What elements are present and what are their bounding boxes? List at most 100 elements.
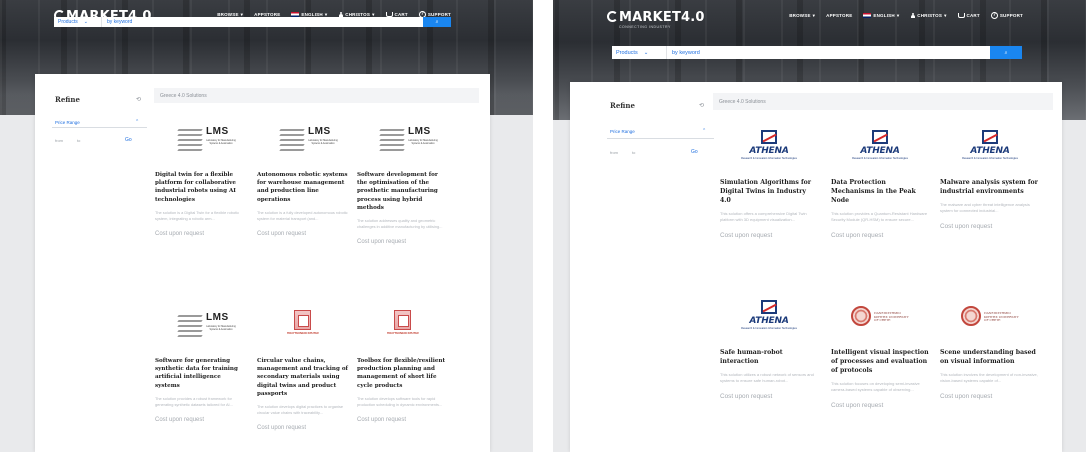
lms-logo-icon: LMS Laboratory for Manufacturing Systems… (162, 309, 240, 343)
chevron-up-icon[interactable]: ⌃ (135, 119, 139, 125)
chevron-down-icon: ⌄ (83, 19, 88, 25)
product-title[interactable]: Safe human-robot interaction (720, 348, 818, 366)
product-card[interactable]: ΠΑΝΕΠΙΣΤΗΜΙΟ ΚΡΗΤΗΣ UNIVERSITY OF CRETE … (940, 300, 1040, 400)
product-card[interactable]: ATHENA Research & Innovation Information… (831, 130, 929, 239)
breadcrumb: Greece 4.0 Solutions (154, 88, 479, 103)
price-to-input[interactable]: to (632, 150, 635, 155)
product-cost: Cost upon request (940, 393, 993, 401)
price-go-button[interactable]: Go (691, 149, 698, 155)
chevron-up-icon[interactable]: ⌃ (702, 128, 706, 134)
price-go-button[interactable]: Go (125, 137, 132, 143)
university-seal-icon: ΠΑΝΕΠΙΣΤΗΜΙΟ ΚΡΗΤΗΣ UNIVERSITY OF CRETE (845, 300, 915, 334)
product-cost: Cost upon request (155, 417, 205, 424)
product-logo: ΠΟΛΥΤΕΧΝΕΙΟ ΚΡΗΤΗΣ (257, 309, 349, 343)
chevron-down-icon: ▾ (944, 12, 947, 18)
athena-logo-icon: ATHENA Research & Innovation Information… (960, 130, 1020, 164)
refine-title: Refine (55, 95, 80, 104)
product-logo: LMS Laboratory for Manufacturing Systems… (357, 123, 449, 157)
top-nav: BROWSE ▾ APPSTORE ENGLISH ▾ CHRISTOS ▾ CART… (789, 12, 1023, 19)
lms-logo-icon: LMS Laboratory for Manufacturing Systems… (162, 123, 240, 157)
divider (607, 138, 714, 139)
nav-user[interactable]: CHRISTOS ▾ (910, 12, 947, 19)
product-card[interactable]: ΠΟΛΥΤΕΧΝΕΙΟ ΚΡΗΤΗΣ Circular value chains… (257, 309, 349, 431)
product-card[interactable]: LMS Laboratory for Manufacturing Systems… (357, 123, 449, 245)
nav-appstore[interactable]: APPSTORE (826, 13, 852, 18)
product-title[interactable]: Malware analysis system for industrial e… (940, 178, 1040, 196)
product-card[interactable]: ATHENA Research & Innovation Information… (940, 130, 1040, 230)
product-card[interactable]: ATHENA Research & Innovation Information… (720, 130, 818, 239)
nav-language[interactable]: ENGLISH ▾ (863, 13, 899, 19)
product-description: This solution focuses on developing semi… (831, 381, 920, 393)
product-logo: ΠΑΝΕΠΙΣΤΗΜΙΟ ΚΡΗΤΗΣ UNIVERSITY OF CRETE (940, 300, 1040, 334)
product-cost: Cost upon request (831, 232, 884, 240)
product-logo: ΠΑΝΕΠΙΣΤΗΜΙΟ ΚΡΗΤΗΣ UNIVERSITY OF CRETE (831, 300, 929, 334)
logo-ring-icon (607, 11, 618, 22)
product-cost: Cost upon request (357, 417, 407, 424)
user-icon (910, 12, 915, 19)
price-from-input[interactable]: from (610, 150, 618, 155)
divider (52, 127, 147, 128)
product-title[interactable]: Software development for the optimisatio… (357, 171, 449, 212)
price-range-label[interactable]: Price Range (610, 129, 635, 134)
search-input[interactable]: by keyword (102, 19, 423, 25)
search-input[interactable]: by keyword (667, 50, 990, 56)
refine-title: Refine (610, 101, 635, 110)
product-cost: Cost upon request (357, 239, 407, 246)
product-title[interactable]: Digital twin for a flexible platform for… (155, 171, 247, 204)
product-title[interactable]: Software for generating synthetic data f… (155, 357, 247, 390)
product-title[interactable]: Intelligent visual inspection of process… (831, 348, 929, 375)
product-card[interactable]: ΠΑΝΕΠΙΣΤΗΜΙΟ ΚΡΗΤΗΣ UNIVERSITY OF CRETE … (831, 300, 929, 409)
product-description: This solution involves the development o… (940, 372, 1038, 384)
product-description: The solution provides a robust framework… (155, 395, 233, 408)
product-logo: LMS Laboratory for Manufacturing Systems… (155, 309, 247, 343)
lms-logo-icon: LMS Laboratory for Manufacturing Systems… (364, 123, 442, 157)
product-card[interactable]: ATHENA Research & Innovation Information… (720, 300, 818, 400)
search-button[interactable]: ⌕ (423, 17, 451, 27)
product-logo: ΠΟΛΥΤΕΧΝΕΙΟ ΚΡΗΤΗΣ (357, 309, 449, 343)
refine-reset-icon[interactable]: ⟲ (699, 102, 704, 109)
product-logo: ATHENA Research & Innovation Information… (831, 130, 929, 164)
product-cost: Cost upon request (155, 231, 205, 238)
product-card[interactable]: LMS Laboratory for Manufacturing Systems… (155, 309, 247, 423)
product-cost: Cost upon request (940, 223, 993, 231)
product-card[interactable]: ΠΟΛΥΤΕΧΝΕΙΟ ΚΡΗΤΗΣ Toolbox for flexible/… (357, 309, 449, 423)
product-title[interactable]: Autonomous robotic systems for warehouse… (257, 171, 349, 204)
screenshot-left: MARKET4.0 CONNECTING INDUSTRY BROWSE▾ AP… (0, 0, 533, 452)
price-range-inputs: from to (55, 138, 80, 143)
refine-reset-icon[interactable]: ⟲ (136, 96, 141, 103)
product-cost: Cost upon request (720, 232, 773, 240)
nav-cart[interactable]: CART (957, 13, 980, 18)
product-description: This solution provides a Quantum-Resista… (831, 211, 928, 223)
chevron-down-icon: ⌄ (643, 49, 649, 56)
product-description: The solution addresses quality and geome… (357, 218, 443, 230)
search-icon: ⌕ (435, 19, 439, 25)
results-card: Refine ⟲ Price Range ⌃ from to Go Greece… (570, 82, 1062, 452)
site-logo[interactable]: MARKET4.0 (607, 10, 705, 25)
price-range-inputs: from to (610, 150, 635, 155)
product-logo: ATHENA Research & Innovation Information… (720, 130, 818, 164)
product-cost: Cost upon request (257, 425, 307, 432)
category-select[interactable]: Products ⌄ (612, 46, 667, 59)
product-description: This solution utilizes a robust network … (720, 372, 814, 384)
product-logo: LMS Laboratory for Manufacturing Systems… (155, 123, 247, 157)
product-title[interactable]: Data Protection Mechanisms in the Peak N… (831, 178, 929, 205)
search-button[interactable]: ⌕ (990, 46, 1022, 59)
product-description: The solution is a Digital Twin for a fle… (155, 209, 240, 222)
athena-logo-icon: ATHENA Research & Innovation Information… (739, 130, 799, 164)
price-from-input[interactable]: from (55, 138, 63, 143)
price-range-label[interactable]: Price Range (55, 120, 80, 125)
product-title[interactable]: Scene understanding based on visual info… (940, 348, 1040, 366)
screenshot-right: MARKET4.0 CONNECTING INDUSTRY BROWSE ▾ AP… (553, 0, 1086, 452)
product-card[interactable]: LMS Laboratory for Manufacturing Systems… (257, 123, 349, 237)
category-select[interactable]: Products ⌄ (54, 17, 102, 27)
product-title[interactable]: Circular value chains, management and tr… (257, 357, 349, 398)
product-cost: Cost upon request (257, 231, 307, 238)
product-title[interactable]: Simulation Algorithms for Digital Twins … (720, 178, 818, 205)
product-card[interactable]: LMS Laboratory for Manufacturing Systems… (155, 123, 247, 237)
price-to-input[interactable]: to (77, 138, 80, 143)
product-cost: Cost upon request (831, 402, 884, 410)
product-title[interactable]: Toolbox for flexible/resilient productio… (357, 357, 449, 390)
nav-support[interactable]: ? SUPPORT (990, 12, 1023, 19)
nav-browse[interactable]: BROWSE ▾ (789, 13, 815, 19)
product-description: The solution develops software tools for… (357, 395, 443, 408)
